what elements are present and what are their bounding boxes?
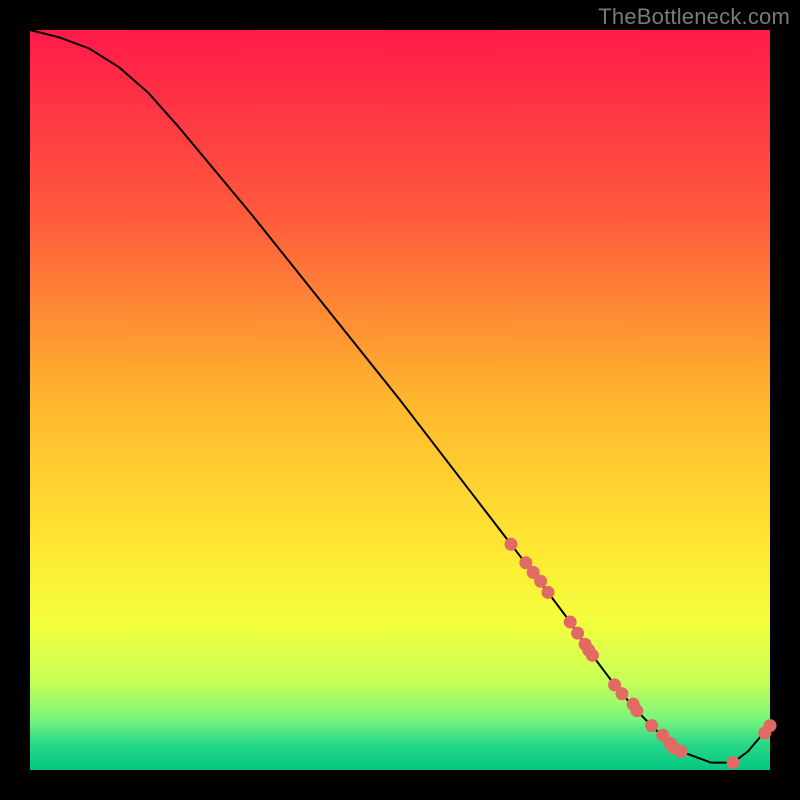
- scatter-point: [764, 719, 777, 732]
- scatter-point: [542, 586, 555, 599]
- scatter-point: [534, 575, 547, 588]
- attribution-text: TheBottleneck.com: [598, 4, 790, 30]
- scatter-point: [675, 745, 688, 758]
- scatter-point: [645, 719, 658, 732]
- scatter-point: [505, 538, 518, 551]
- scatter-point: [616, 687, 629, 700]
- scatter-point: [564, 616, 577, 629]
- scatter-point: [586, 649, 599, 662]
- scatter-point: [727, 756, 740, 769]
- chart-stage: TheBottleneck.com: [0, 0, 800, 800]
- scatter-point: [630, 704, 643, 717]
- bottleneck-chart: [0, 0, 800, 800]
- scatter-point: [571, 627, 584, 640]
